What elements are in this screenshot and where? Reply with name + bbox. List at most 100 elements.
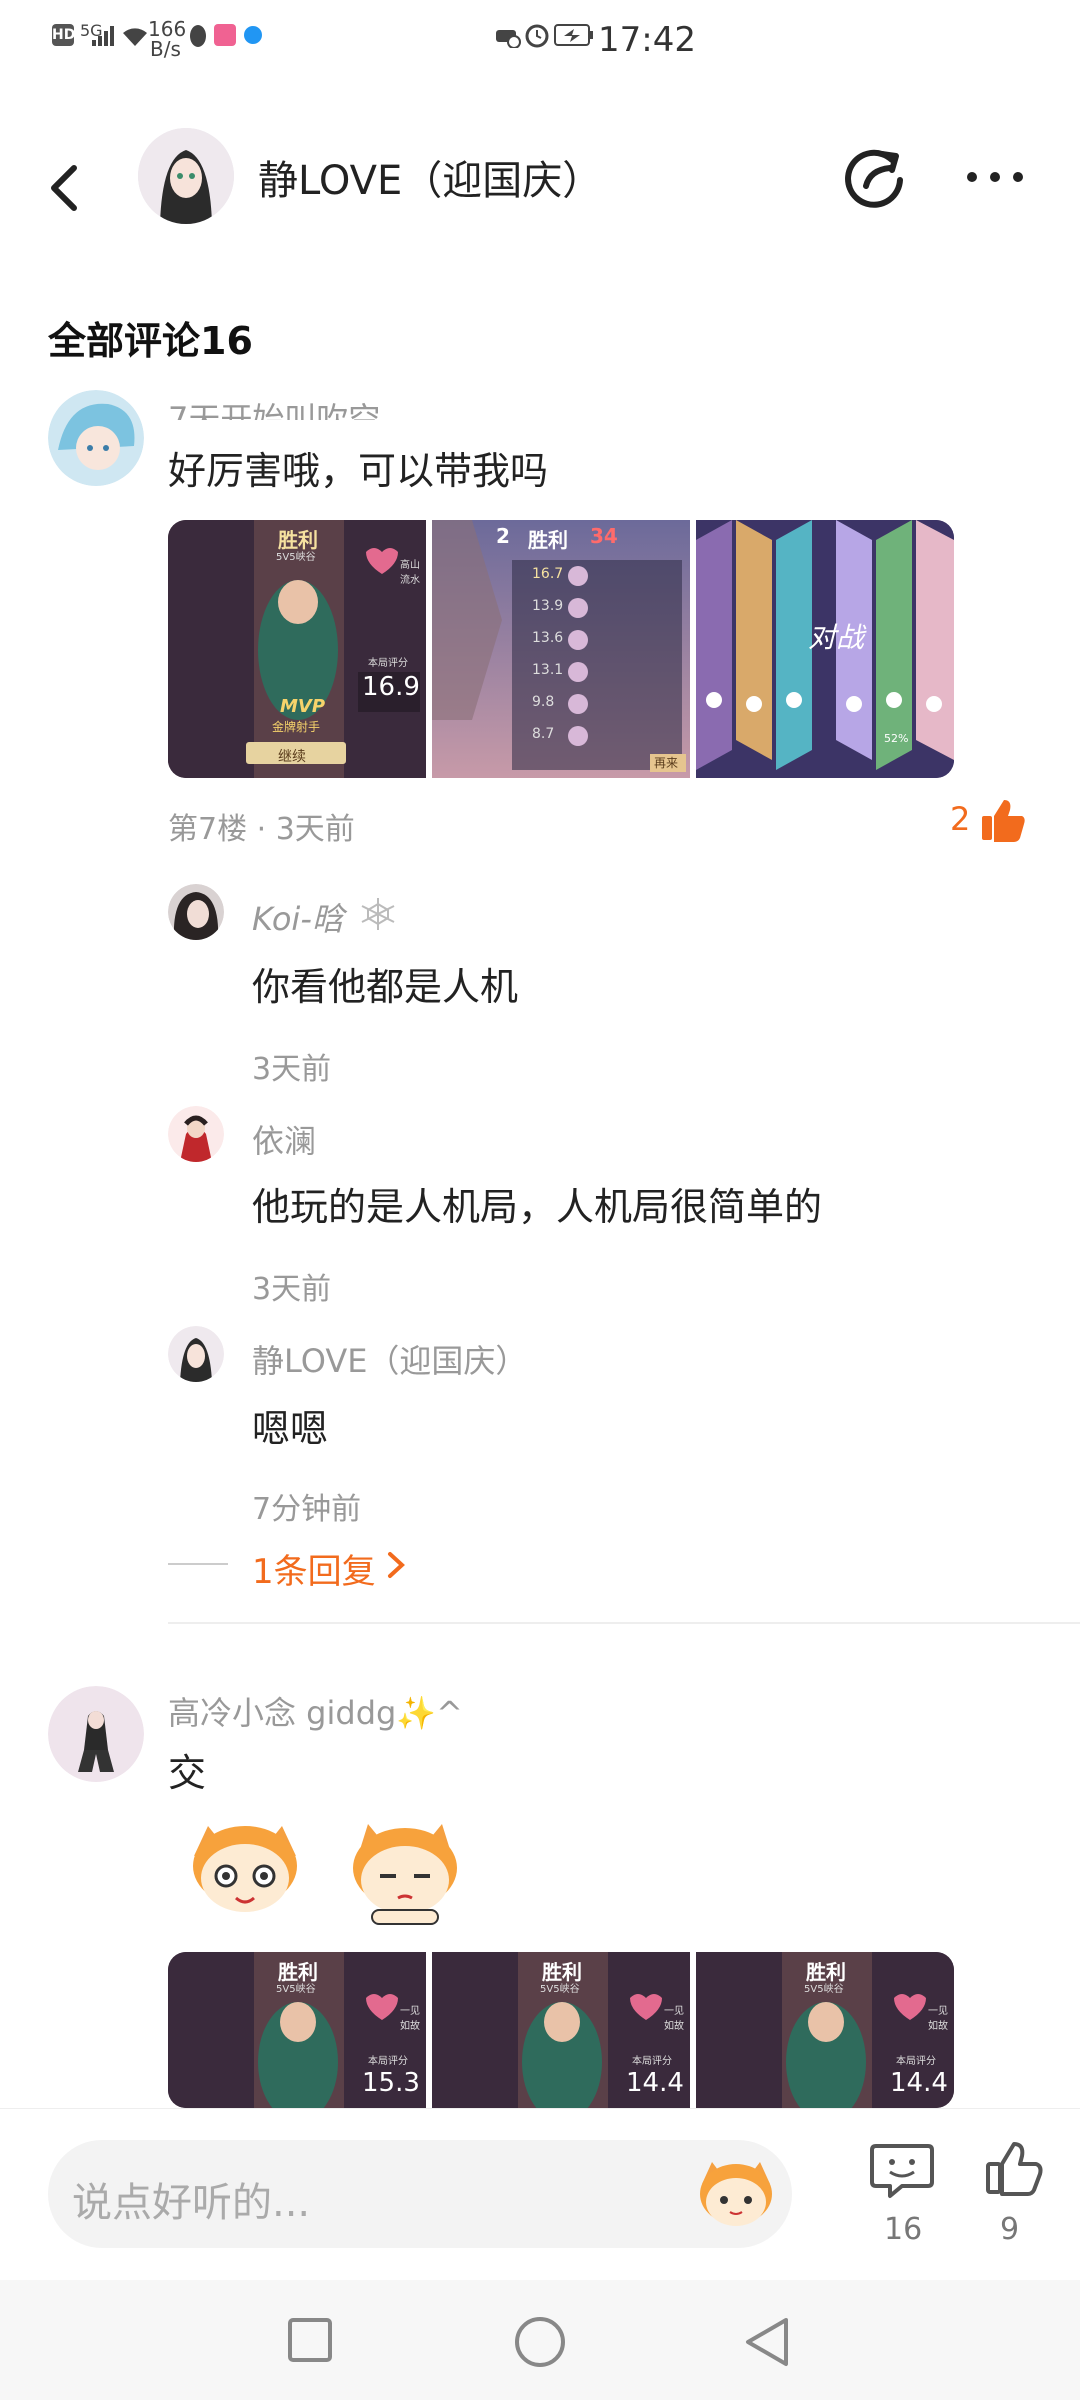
comment1-text[interactable]: 好厉害哦，可以带我吗 — [168, 440, 548, 495]
sticker-face-icon — [700, 2162, 772, 2226]
image2-row-5: 9.8 — [532, 694, 555, 710]
comment1-author[interactable]: 7天开始叫吹空 — [168, 394, 380, 420]
image2-right-score: 34 — [590, 524, 618, 548]
reply3-avatar[interactable] — [168, 1326, 224, 1382]
comment-bubble-icon — [870, 2144, 934, 2198]
comment1-floor-time: 第7楼 · 3天前 — [168, 812, 355, 847]
comment-divider — [168, 1622, 1080, 1624]
comment2-image-2[interactable]: 胜利 5V5峡谷 一见如故 本局评分 14.4 — [432, 1952, 690, 2108]
reply3-text[interactable]: 嗯嗯 — [252, 1398, 328, 1453]
image3-center: 对战 — [808, 621, 865, 654]
more-replies-link[interactable]: 1条回复 — [252, 1544, 376, 1593]
status-time: 17:42 — [598, 20, 696, 60]
c2-image3-mode: 5V5峡谷 — [804, 1984, 844, 1995]
emoji-button[interactable] — [696, 2158, 776, 2230]
c2-image3-score: 14.4 — [890, 2068, 948, 2098]
comment2-text[interactable]: 交 — [168, 1742, 206, 1797]
more-button[interactable] — [960, 152, 1030, 202]
image3-pct: 52% — [884, 732, 909, 745]
image1-mode: 5V5峡谷 — [276, 552, 316, 563]
image2-row-6: 8.7 — [532, 726, 555, 742]
reply1-author[interactable]: Koi-晗 — [252, 894, 344, 940]
comment2-avatar[interactable] — [48, 1686, 144, 1782]
emoji-sticker-2[interactable] — [344, 1816, 466, 1926]
more-replies-divider — [168, 1563, 228, 1565]
image2-row-2: 13.9 — [532, 598, 564, 614]
chevron-left-icon — [51, 165, 77, 211]
comment-input[interactable]: 说点好听的... — [48, 2140, 792, 2248]
alarm-icon — [524, 22, 550, 52]
c2-image3-hearts: 一见如故 — [928, 2006, 948, 2032]
back-nav-button[interactable] — [740, 2314, 796, 2370]
reply1-text[interactable]: 你看他都是人机 — [252, 956, 518, 1011]
reply2-text[interactable]: 他玩的是人机局，人机局很简单的 — [252, 1176, 822, 1231]
comment1-like-count: 2 — [950, 800, 971, 838]
image1-score: 16.9 — [362, 672, 420, 702]
share-button[interactable] — [842, 142, 912, 212]
reply2-time: 3天前 — [252, 1272, 332, 1307]
system-nav-bar — [0, 2280, 1080, 2400]
comment2-author[interactable]: 高冷小念 giddg✨^ — [168, 1688, 463, 1734]
comment2-image-1[interactable]: 胜利 5V5峡谷 一见如故 本局评分 15.3 — [168, 1952, 426, 2108]
home-button[interactable] — [512, 2314, 568, 2370]
image2-row-4: 13.1 — [532, 662, 564, 678]
emoji-sticker-1[interactable] — [184, 1816, 306, 1920]
image2-result: 胜利 — [528, 528, 568, 552]
image1-tag: 金牌射手 — [272, 720, 321, 734]
comment1-image-2[interactable]: 2 胜利 34 16.7 13.9 13.6 13.1 9.8 8.7 再来 — [432, 520, 690, 778]
chevron-right-icon — [384, 1548, 408, 1586]
triangle-back-icon — [746, 2318, 788, 2366]
thumbs-up-outline-icon — [986, 2142, 1043, 2196]
comment1-image-3[interactable]: 对战 52% — [696, 520, 954, 778]
reply3-time: 7分钟前 — [252, 1492, 362, 1527]
comment-button[interactable] — [868, 2140, 936, 2200]
spiderweb-icon — [358, 896, 398, 936]
comment1-like-button[interactable] — [978, 796, 1028, 846]
header-title[interactable]: 静LOVE（迎国庆） — [258, 148, 602, 206]
speed-unit: B/s — [150, 37, 181, 61]
image2-button: 再来 — [654, 756, 679, 770]
c2-image1-mode: 5V5峡谷 — [276, 1984, 316, 1995]
back-button[interactable] — [28, 146, 108, 226]
c2-image3-score-label: 本局评分 — [896, 2056, 936, 2067]
c2-image1-score-label: 本局评分 — [368, 2056, 408, 2067]
c2-image2-mode: 5V5峡谷 — [540, 1984, 580, 1995]
reply2-avatar[interactable] — [168, 1106, 224, 1162]
battery-icon — [554, 24, 594, 50]
image1-hearts: 高山流水 — [400, 560, 420, 586]
penguin-icon — [188, 24, 208, 52]
app-icon — [244, 26, 262, 44]
comment-count: 16 — [884, 2212, 923, 2247]
comment1-image-1[interactable]: 胜利 5V5峡谷 高山流水 本局评分 16.9 MVP 金牌射手 继续 — [168, 520, 426, 778]
c2-image1-hearts: 一见如故 — [400, 2006, 420, 2032]
c2-image2-score: 14.4 — [626, 2068, 684, 2098]
reply2-author[interactable]: 依澜 — [252, 1116, 316, 1162]
status-bar: HD 5G 166 B/s 17:42 — [0, 0, 1080, 110]
wifi-icon — [120, 24, 150, 52]
car-icon — [494, 24, 522, 52]
thumbs-up-icon — [982, 800, 1025, 842]
header-avatar[interactable] — [138, 128, 234, 224]
image2-row-1: 16.7 — [532, 566, 564, 582]
comments-count-title: 全部评论16 — [48, 319, 253, 363]
hd-icon: HD — [52, 24, 75, 46]
comment2-image-3[interactable]: 胜利 5V5峡谷 一见如故 本局评分 14.4 — [696, 1952, 954, 2108]
comment1-avatar[interactable] — [48, 390, 144, 486]
c2-image1-score: 15.3 — [362, 2068, 420, 2098]
recents-button[interactable] — [286, 2316, 334, 2364]
image2-left-score: 2 — [496, 524, 510, 548]
reply3-author[interactable]: 静LOVE（迎国庆） — [252, 1336, 527, 1382]
c2-image2-hearts: 一见如故 — [664, 2006, 684, 2032]
bilibili-icon — [214, 24, 236, 46]
like-button[interactable] — [984, 2140, 1044, 2200]
reply1-avatar[interactable] — [168, 884, 224, 940]
image1-button: 继续 — [278, 749, 306, 765]
image1-score-label: 本局评分 — [368, 658, 408, 669]
image1-mvp: MVP — [280, 696, 326, 717]
comment-input-placeholder: 说点好听的... — [72, 2180, 311, 2226]
reply1-time: 3天前 — [252, 1052, 332, 1087]
c2-image2-score-label: 本局评分 — [632, 2056, 672, 2067]
signal-icon — [92, 26, 114, 50]
like-count: 9 — [1000, 2212, 1020, 2247]
square-icon — [288, 2318, 332, 2362]
